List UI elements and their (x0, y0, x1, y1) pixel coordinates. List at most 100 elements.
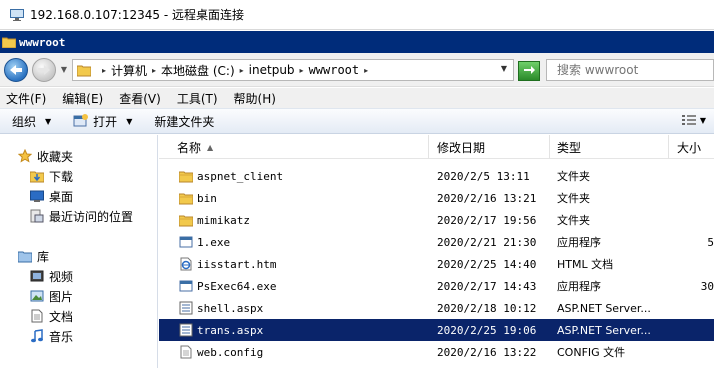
breadcrumb-local-disk[interactable]: 本地磁盘 (C:) (161, 62, 235, 79)
new-folder-label: 新建文件夹 (154, 114, 215, 129)
videos-icon (30, 270, 44, 282)
file-type: CONFIG 文件 (557, 346, 626, 359)
ie-document-icon (180, 257, 192, 271)
file-row[interactable]: trans.aspx 2020/2/25 19:06 ASP.NET Server.… (159, 319, 714, 341)
remote-desktop-icon (10, 8, 24, 21)
application-icon (179, 280, 193, 292)
refresh-icon (524, 66, 535, 74)
breadcrumb-computer[interactable]: 计算机 (111, 62, 147, 79)
breadcrumb-inetpub[interactable]: inetpub (249, 63, 295, 77)
file-name: shell.aspx (197, 301, 264, 315)
documents-icon (31, 309, 43, 323)
file-type: 文件夹 (557, 170, 590, 183)
file-list: 名称 ▲ 修改日期 类型 大小 aspnet_client 2020/2/5 13… (159, 135, 714, 368)
file-name: aspnet_client (197, 169, 284, 183)
pictures-icon (30, 290, 44, 302)
refresh-button[interactable] (518, 61, 540, 81)
rdp-title: 192.168.0.107:12345 - 远程桌面连接 (30, 8, 244, 22)
nav-favorites[interactable]: 收藏夹 (18, 146, 73, 166)
nav-favorites-label: 收藏夹 (37, 149, 74, 164)
address-path[interactable]: ▸ 计算机 ▸ 本地磁盘 (C:) ▸ inetpub ▸ wwwroot ▸ … (72, 59, 514, 81)
file-row[interactable]: 1.exe 2020/2/21 21:30 应用程序 5 (159, 231, 714, 253)
nav-music[interactable]: 音乐 (30, 326, 73, 346)
file-row[interactable]: mimikatz 2020/2/17 19:56 文件夹 (159, 209, 714, 231)
menu-tools[interactable]: 工具(T) (177, 90, 218, 107)
nav-libraries-label: 库 (37, 249, 50, 264)
address-bar: ▼ ▸ 计算机 ▸ 本地磁盘 (C:) ▸ inetpub ▸ wwwroot … (0, 53, 714, 87)
chevron-down-icon: ▼ (126, 116, 133, 126)
aspx-file-icon (179, 301, 193, 315)
nav-documents[interactable]: 文档 (30, 306, 73, 326)
organize-label: 组织 (12, 114, 37, 129)
file-modified-date: 2020/2/5 13:11 (437, 169, 530, 183)
forward-arrow-icon (38, 65, 50, 75)
nav-pictures[interactable]: 图片 (30, 286, 73, 306)
chevron-down-icon: ▼ (699, 115, 706, 125)
search-input[interactable] (557, 63, 707, 77)
file-row[interactable]: shell.aspx 2020/2/18 10:12 ASP.NET Server.… (159, 297, 714, 319)
aspx-file-icon (179, 323, 193, 337)
column-name-label: 名称 (177, 140, 202, 155)
view-list-icon (681, 115, 696, 125)
breadcrumb-separator-icon[interactable]: ▸ (152, 66, 156, 75)
open-button[interactable]: 打开 ▼ (73, 113, 132, 130)
folder-icon (179, 215, 193, 227)
nav-downloads[interactable]: 下载 (30, 166, 73, 186)
file-modified-date: 2020/2/21 21:30 (437, 235, 537, 249)
music-icon (31, 329, 43, 343)
column-header-size[interactable]: 大小 (669, 135, 714, 159)
breadcrumb-separator-icon[interactable]: ▸ (364, 66, 368, 75)
back-arrow-icon (10, 65, 22, 75)
column-header-date[interactable]: 修改日期 (429, 135, 550, 159)
file-name: web.config (197, 345, 264, 359)
search-box[interactable] (546, 59, 714, 81)
folder-icon (179, 171, 193, 183)
address-dropdown-icon[interactable]: ▼ (501, 64, 507, 73)
file-modified-date: 2020/2/25 14:40 (437, 257, 537, 271)
nav-libraries[interactable]: 库 (18, 246, 49, 266)
desktop-icon (30, 190, 44, 202)
file-row[interactable]: bin 2020/2/16 13:21 文件夹 (159, 187, 714, 209)
forward-button[interactable] (32, 58, 56, 82)
command-toolbar: 组织 ▼ 打开 ▼ 新建文件夹 ▼ (0, 108, 714, 134)
column-headers: 名称 ▲ 修改日期 类型 大小 (159, 135, 714, 159)
menu-file[interactable]: 文件(F) (6, 90, 46, 107)
open-application-icon (73, 114, 89, 127)
file-type: 文件夹 (557, 192, 590, 205)
breadcrumb-separator-icon[interactable]: ▸ (300, 66, 304, 75)
window-title: wwwroot (19, 35, 66, 49)
column-header-name[interactable]: 名称 ▲ (159, 135, 429, 159)
breadcrumb-wwwroot[interactable]: wwwroot (309, 63, 360, 77)
new-folder-button[interactable]: 新建文件夹 (154, 113, 214, 130)
menu-view[interactable]: 查看(V) (119, 90, 161, 107)
file-modified-date: 2020/2/16 13:21 (437, 191, 537, 205)
file-row[interactable]: iisstart.htm 2020/2/25 14:40 HTML 文档 (159, 253, 714, 275)
nav-desktop[interactable]: 桌面 (30, 186, 73, 206)
file-row[interactable]: PsExec64.exe 2020/2/17 14:43 应用程序 30 (159, 275, 714, 297)
folder-icon (2, 37, 16, 48)
history-dropdown-icon[interactable]: ▼ (59, 65, 69, 75)
back-button[interactable] (4, 58, 28, 82)
nav-recent-label: 最近访问的位置 (49, 209, 134, 224)
menu-edit[interactable]: 编辑(E) (62, 90, 103, 107)
column-type-label: 类型 (557, 140, 582, 155)
file-row[interactable]: web.config 2020/2/16 13:22 CONFIG 文件 (159, 341, 714, 363)
navigation-pane: 收藏夹 下载 桌面 最近访问的位置 库 视频 图片 文档 音乐 (0, 135, 158, 368)
nav-pictures-label: 图片 (49, 289, 74, 304)
folder-icon (77, 65, 91, 77)
file-modified-date: 2020/2/17 14:43 (437, 279, 537, 293)
breadcrumb-separator-icon: ▸ (102, 65, 107, 75)
file-row[interactable]: aspnet_client 2020/2/5 13:11 文件夹 (159, 165, 714, 187)
column-header-type[interactable]: 类型 (550, 135, 669, 159)
nav-videos[interactable]: 视频 (30, 266, 73, 286)
file-modified-date: 2020/2/16 13:22 (437, 345, 537, 359)
menu-help[interactable]: 帮助(H) (234, 90, 276, 107)
menu-bar: 文件(F) 编辑(E) 查看(V) 工具(T) 帮助(H) (0, 88, 714, 108)
change-view-button[interactable]: ▼ (681, 113, 706, 127)
organize-button[interactable]: 组织 ▼ (12, 113, 51, 130)
nav-recent-places[interactable]: 最近访问的位置 (30, 206, 133, 226)
file-modified-date: 2020/2/17 19:56 (437, 213, 537, 227)
file-name: bin (197, 191, 217, 205)
breadcrumb-separator-icon[interactable]: ▸ (240, 66, 244, 75)
file-size: 30 (700, 279, 714, 293)
